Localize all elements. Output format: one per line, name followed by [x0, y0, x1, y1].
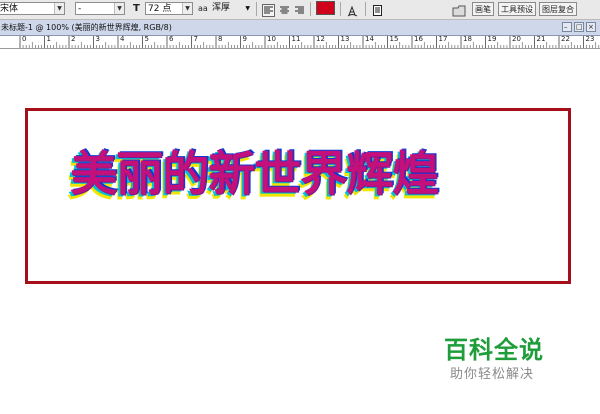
ruler-label: 4 [120, 35, 125, 43]
ruler-label: 7 [193, 35, 198, 43]
ruler-label: 12 [316, 35, 325, 43]
align-left-icon [262, 4, 275, 17]
ruler-label: 15 [389, 35, 399, 43]
ruler-label: 14 [365, 35, 374, 43]
warp-text-icon [347, 5, 358, 17]
document-title-bar[interactable]: 未标题-1 @ 100% (美丽的新世界辉煌, RGB/8) – □ × [0, 20, 600, 36]
art-text[interactable]: 美丽的新世界辉煌 美丽的新世界辉煌 美丽的新世界辉煌 美丽的新世界辉煌 [67, 140, 570, 210]
tab-tool-presets[interactable]: 工具预设 [498, 2, 536, 16]
font-family-select[interactable]: 宋体 ▼ [0, 2, 65, 15]
ruler-label: 20 [512, 35, 521, 43]
divider [256, 2, 257, 16]
align-right-icon [295, 6, 304, 14]
close-button[interactable]: × [586, 22, 596, 32]
chevron-down-icon: ▼ [182, 3, 192, 14]
watermark-tagline: 助你轻松解决 [450, 367, 535, 382]
ruler-label: 21 [536, 35, 546, 43]
ruler-label: 0 [22, 35, 27, 43]
art-text-magenta-layer: 美丽的新世界辉煌 [70, 147, 439, 202]
folder-icon [452, 5, 466, 17]
align-center-icon [280, 6, 289, 14]
ruler-label: 8 [218, 35, 223, 43]
ruler-label: 1 [46, 35, 51, 43]
warp-text-button[interactable] [346, 2, 359, 17]
horizontal-ruler[interactable]: 0 1 2 3 4 5 6 7 8 9 10 11 12 13 14 15 16 17 18 19 20 21 22 23 [0, 35, 600, 49]
chevron-down-icon: ▼ [114, 3, 124, 14]
ruler-label: 19 [487, 35, 497, 43]
ruler-label: 3 [95, 35, 100, 43]
chevron-down-icon: ▼ [54, 3, 64, 14]
tab-layer-comps[interactable]: 图层复合 [539, 2, 577, 16]
options-bar: 宋体 ▼ - ▼ T 72 点 ▼ aa 浑厚 ▼ 画笔 工具预设 图层复合 [0, 0, 600, 20]
font-style-select[interactable]: - ▼ [75, 2, 125, 15]
ruler-label: 11 [291, 35, 301, 43]
anti-alias-select[interactable]: 浑厚 ▼ [210, 2, 252, 15]
ruler-label: 2 [71, 35, 76, 43]
ruler-label: 13 [340, 35, 350, 43]
close-icon: × [588, 23, 594, 31]
align-center-button[interactable] [278, 2, 291, 15]
ruler-label: 18 [463, 35, 472, 43]
ruler-label: 10 [267, 35, 276, 43]
panels-icon [373, 5, 382, 16]
font-style-value: - [78, 4, 82, 14]
maximize-button[interactable]: □ [574, 22, 584, 32]
watermark-logo: 百科全说 [444, 336, 544, 364]
font-size-value: 72 点 [148, 4, 172, 14]
ruler-label: 17 [438, 35, 448, 43]
align-right-button[interactable] [293, 2, 306, 15]
divider [310, 2, 311, 16]
toggle-panels-button[interactable] [371, 2, 384, 16]
font-size-icon: T [133, 3, 140, 14]
minimize-icon: – [564, 23, 568, 31]
chevron-down-icon: ▼ [245, 5, 250, 12]
minimize-button[interactable]: – [562, 22, 572, 32]
divider [340, 2, 341, 16]
maximize-icon: □ [576, 23, 583, 31]
ruler-label: 23 [585, 35, 595, 43]
ruler-label: 9 [242, 35, 247, 43]
ruler-label: 5 [144, 35, 149, 43]
palette-well-button[interactable] [452, 2, 467, 17]
font-size-select[interactable]: 72 点 ▼ [145, 2, 193, 15]
text-color-swatch[interactable] [316, 1, 335, 15]
align-left-button[interactable] [262, 2, 275, 17]
tab-brushes[interactable]: 画笔 [472, 2, 494, 16]
font-family-value: 宋体 [0, 4, 19, 14]
ruler-label: 16 [414, 35, 423, 43]
anti-alias-value: 浑厚 [212, 3, 231, 13]
ruler-label: 6 [169, 35, 174, 43]
divider [365, 2, 366, 16]
document-title: 未标题-1 @ 100% (美丽的新世界辉煌, RGB/8) [1, 23, 172, 32]
window-controls: – □ × [562, 22, 598, 33]
ruler-label: 22 [561, 35, 570, 43]
anti-alias-icon: aa [198, 4, 208, 13]
